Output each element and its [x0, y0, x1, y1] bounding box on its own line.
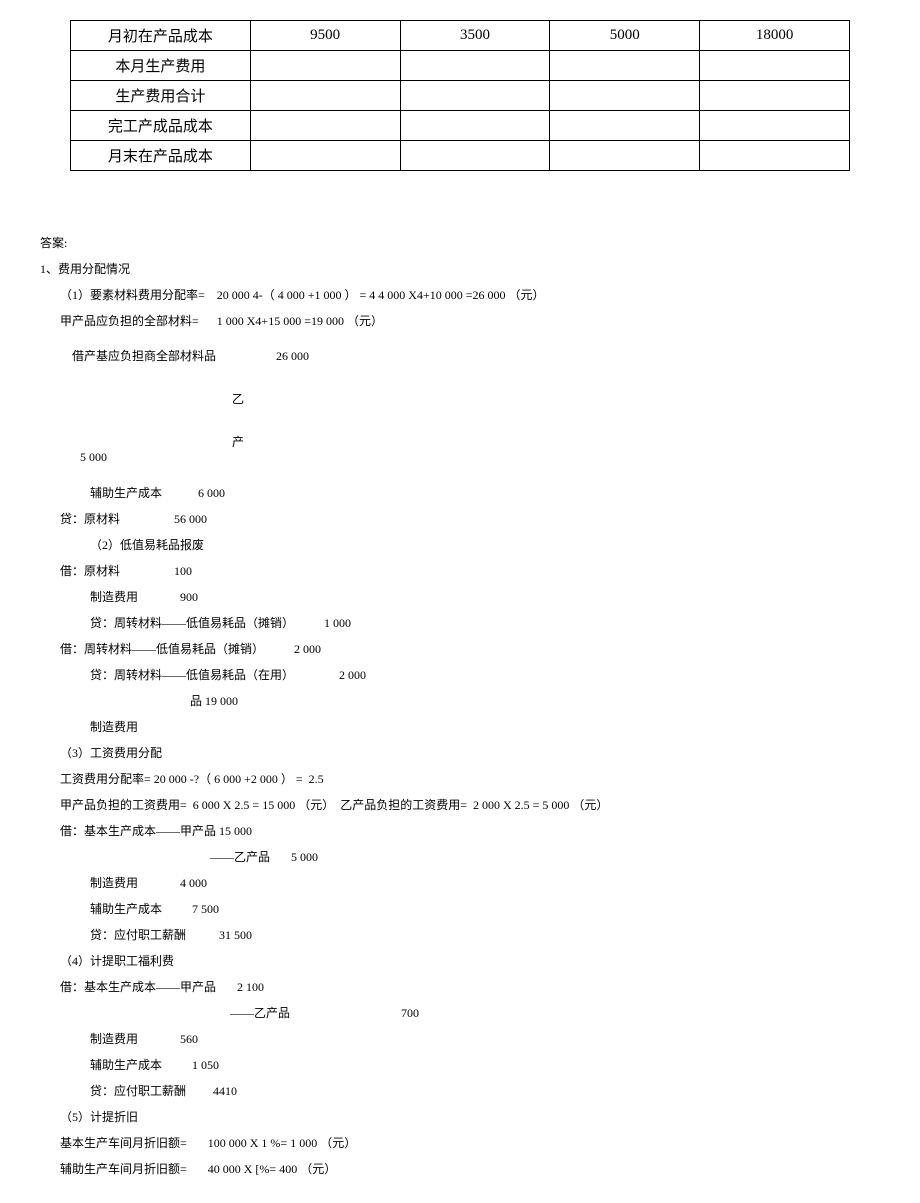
text-line: 基本生产车间月折旧额= 100 000 X 1 %= 1 000 （元）	[40, 1131, 880, 1155]
text-span: 借产基应负担商全部材料品	[72, 349, 216, 363]
text-span: ——乙产品 5 000	[210, 850, 318, 864]
cell	[400, 141, 550, 171]
text-line: 辅助生产车间月折旧额= 40 000 X [%= 400 （元）	[40, 1157, 880, 1181]
cell	[250, 51, 400, 81]
text-line: 制造费用 900	[40, 585, 880, 609]
text-line: （4）计提职工福利费	[40, 949, 880, 973]
cell: 9500	[250, 21, 400, 51]
answer-label: 答案:	[40, 231, 880, 255]
text-line: 工资费用分配率= 20 000 -?（ 6 000 +2 000 ） = 2.5	[40, 767, 880, 791]
row-label: 月末在产品成本	[71, 141, 251, 171]
text-line: 甲产品应负担的全部材料= 1 000 X4+15 000 =19 000 （元）	[40, 309, 880, 333]
text-span: 品 19 000	[190, 694, 238, 708]
text-line: 制造费用 4 000	[40, 871, 880, 895]
text-line: 制造费用 560	[40, 1027, 880, 1051]
text-span: ——乙产品 700	[230, 1006, 419, 1020]
cell	[250, 141, 400, 171]
text-line: 甲产品负担的工资费用= 6 000 X 2.5 = 15 000 （元） 乙产品…	[40, 793, 880, 817]
text-line: 辅助生产成本 6 000	[40, 481, 880, 505]
text-line: 借：周转材料——低值易耗品（摊销） 2 000	[40, 637, 880, 661]
text-line: 借：基本生产成本——甲产品 15 000	[40, 819, 880, 843]
cell: 3500	[400, 21, 550, 51]
cell	[400, 111, 550, 141]
cell	[700, 51, 850, 81]
text-line: 贷：周转材料——低值易耗品（摊销） 1 000	[40, 611, 880, 635]
row-label: 月初在产品成本	[71, 21, 251, 51]
text-line: （3）工资费用分配	[40, 741, 880, 765]
text-line: （1）要素材料费用分配率= 20 000 4-（ 4 000 +1 000 ） …	[40, 283, 880, 307]
text-line: 贷：周转材料——低值易耗品（在用） 2 000	[40, 663, 880, 687]
cell	[550, 141, 700, 171]
text-line: 品 19 000	[40, 689, 880, 713]
text-line: 贷：应付职工薪酬 31 500	[40, 923, 880, 947]
text-line: 贷：原材料 56 000	[40, 507, 880, 531]
table-row: 完工产成品成本	[71, 111, 850, 141]
table-row: 月末在产品成本	[71, 141, 850, 171]
section-title: 1、费用分配情况	[40, 257, 880, 281]
cell	[400, 51, 550, 81]
text-span: 乙	[232, 393, 244, 406]
row-label: 完工产成品成本	[71, 111, 251, 141]
text-line: 借：原材料 100	[40, 559, 880, 583]
text-line: ——乙产品 5 000	[40, 845, 880, 869]
cell	[550, 111, 700, 141]
table-row: 本月生产费用	[71, 51, 850, 81]
text-line: 制造费用	[40, 715, 880, 739]
text-line: （5）计提折旧	[40, 1105, 880, 1129]
text-line: 辅助生产成本 7 500	[40, 897, 880, 921]
cell	[400, 81, 550, 111]
text-line: 贷：应付职工薪酬 4410	[40, 1079, 880, 1103]
text-line: （2）低值易耗品报废	[40, 533, 880, 557]
cell	[700, 111, 850, 141]
cell: 5000	[550, 21, 700, 51]
cell	[700, 141, 850, 171]
cell: 18000	[700, 21, 850, 51]
table-row: 月初在产品成本 9500 3500 5000 18000	[71, 21, 850, 51]
cell	[550, 51, 700, 81]
cell	[700, 81, 850, 111]
text-line: 辅助生产成本 1 050	[40, 1053, 880, 1077]
row-label: 本月生产费用	[71, 51, 251, 81]
answer-content: 答案: 1、费用分配情况 （1）要素材料费用分配率= 20 000 4-（ 4 …	[40, 231, 880, 1181]
text-line: ——乙产品 700	[40, 1001, 880, 1025]
text-span: 产	[232, 436, 244, 449]
row-label: 生产费用合计	[71, 81, 251, 111]
text-line: 借：基本生产成本——甲产品 2 100	[40, 975, 880, 999]
cost-table: 月初在产品成本 9500 3500 5000 18000 本月生产费用 生产费用…	[70, 20, 850, 171]
table-row: 生产费用合计	[71, 81, 850, 111]
cell	[550, 81, 700, 111]
text-span: 26 000	[276, 349, 309, 363]
cell	[250, 111, 400, 141]
text-line: 借产基应负担商全部材料品 26 000 乙 产 5 000	[40, 335, 880, 479]
cell	[250, 81, 400, 111]
text-span: 5 000	[80, 450, 107, 464]
